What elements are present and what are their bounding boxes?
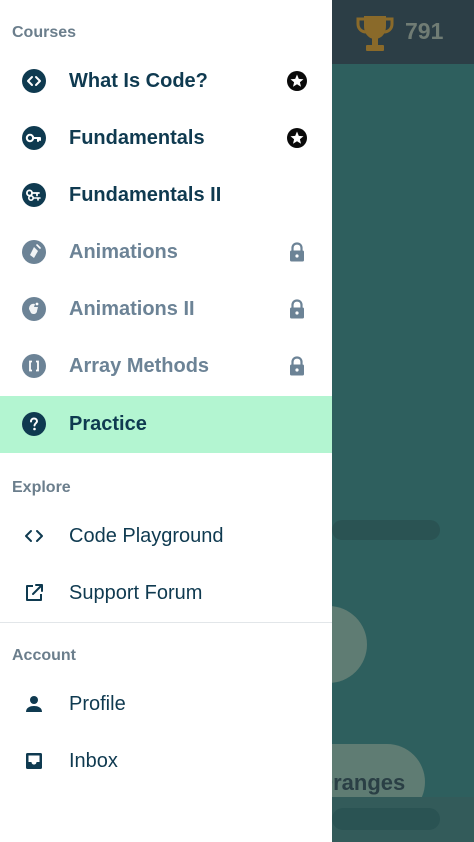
course-label: Animations II bbox=[69, 298, 195, 320]
course-item-what-is-code[interactable]: What Is Code? bbox=[0, 53, 332, 110]
background-progress-bar bbox=[332, 520, 440, 540]
course-item-animations-ii[interactable]: Animations II bbox=[0, 281, 332, 338]
code-icon bbox=[22, 69, 46, 93]
account-item-profile[interactable]: Profile bbox=[0, 676, 332, 733]
account-item-inbox[interactable]: Inbox bbox=[0, 733, 332, 790]
keys-icon bbox=[22, 183, 46, 207]
account-section-label: Account bbox=[12, 647, 76, 664]
person-icon bbox=[26, 696, 42, 712]
lock-icon bbox=[290, 356, 304, 376]
section-divider bbox=[0, 622, 332, 623]
course-label: Animations bbox=[69, 241, 178, 263]
lock-icon bbox=[290, 299, 304, 319]
explore-label: Support Forum bbox=[69, 582, 203, 604]
explore-item-code-playground[interactable]: Code Playground bbox=[0, 508, 332, 565]
course-item-fundamentals-ii[interactable]: Fundamentals II bbox=[0, 167, 332, 224]
course-item-practice[interactable]: Practice bbox=[0, 396, 332, 453]
animation-2-icon bbox=[22, 297, 46, 321]
navigation-drawer: Courses What Is Code? Fundamentals Funda… bbox=[0, 0, 332, 842]
account-label: Profile bbox=[69, 693, 126, 715]
courses-section-label: Courses bbox=[12, 24, 77, 41]
external-link-icon bbox=[26, 584, 43, 601]
code-brackets-icon bbox=[25, 530, 43, 542]
question-icon bbox=[22, 412, 46, 436]
course-label: Fundamentals bbox=[69, 127, 205, 149]
explore-item-support-forum[interactable]: Support Forum bbox=[0, 565, 332, 622]
background-footer-bar bbox=[332, 808, 440, 830]
animation-icon bbox=[22, 240, 46, 264]
explore-label: Code Playground bbox=[69, 525, 224, 547]
star-icon bbox=[287, 128, 307, 148]
explore-section-label: Explore bbox=[12, 479, 71, 496]
trophy-icon bbox=[356, 16, 394, 51]
course-label: What Is Code? bbox=[69, 70, 208, 92]
course-label: Array Methods bbox=[69, 355, 210, 377]
course-item-fundamentals[interactable]: Fundamentals bbox=[0, 110, 332, 167]
course-label: Practice bbox=[69, 413, 147, 435]
star-icon bbox=[287, 71, 307, 91]
account-label: Inbox bbox=[69, 750, 118, 772]
score-count: 791 bbox=[405, 18, 444, 44]
lock-icon bbox=[290, 242, 304, 262]
course-item-animations[interactable]: Animations bbox=[0, 224, 332, 281]
array-icon bbox=[22, 354, 46, 378]
course-item-array-methods[interactable]: Array Methods bbox=[0, 338, 332, 395]
inbox-icon bbox=[26, 753, 42, 769]
key-icon bbox=[22, 126, 46, 150]
course-label: Fundamentals II bbox=[69, 184, 222, 206]
